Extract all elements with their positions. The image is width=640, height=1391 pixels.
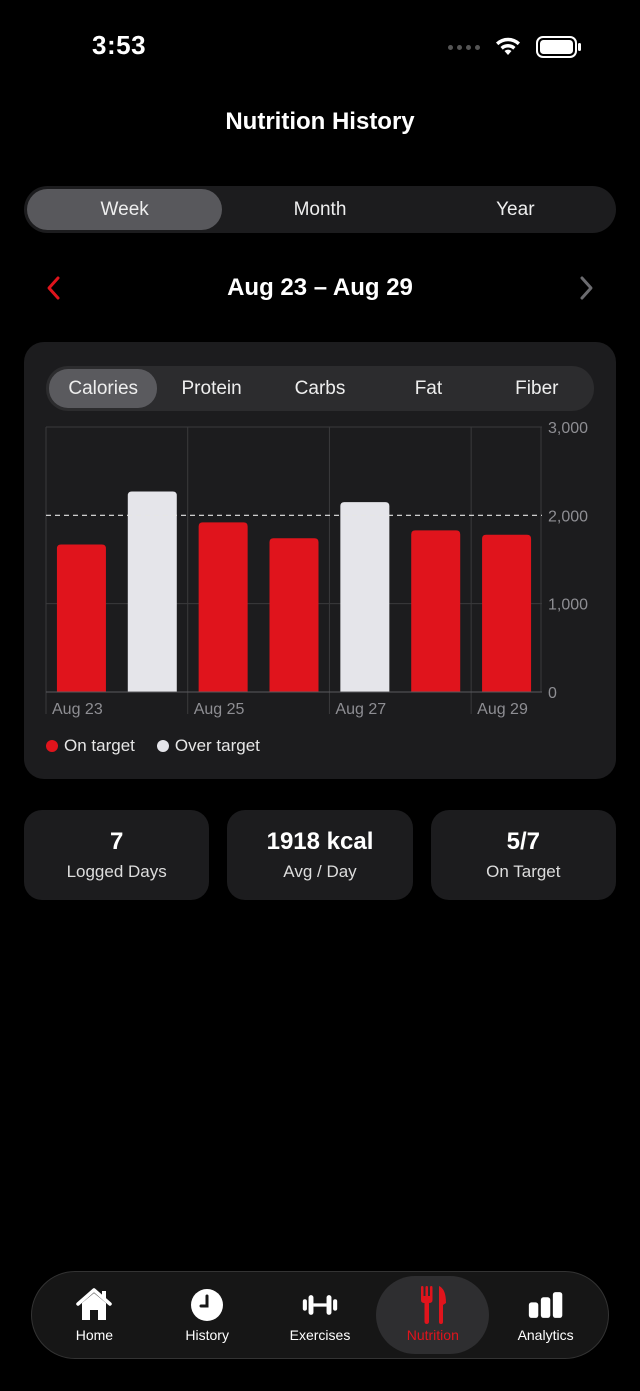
date-range-label: Aug 23 – Aug 29 xyxy=(227,274,413,301)
stat-value: 5/7 xyxy=(506,828,540,855)
chart-card: Calories Protein Carbs Fat Fiber 0 1,000 2… xyxy=(24,342,616,779)
tab-label: Analytics xyxy=(517,1327,574,1343)
fork-knife-icon xyxy=(415,1286,451,1324)
period-tab-week[interactable]: Week xyxy=(27,189,223,230)
wifi-icon xyxy=(496,37,520,55)
chevron-right-icon[interactable] xyxy=(572,274,600,302)
stat-value: 7 xyxy=(109,828,124,855)
stat-label: Logged Days xyxy=(66,862,167,881)
tab-history[interactable]: History xyxy=(151,1276,264,1354)
tab-home[interactable]: Home xyxy=(38,1276,151,1354)
chart-bar xyxy=(411,530,461,692)
tab-exercises[interactable]: Exercises xyxy=(264,1276,377,1354)
legend-item-on-target: On target xyxy=(46,736,135,756)
tab-bar: Home History Exercises Nutrition Analyti… xyxy=(31,1271,609,1359)
status-time: 3:53 xyxy=(92,30,147,60)
period-tab-year[interactable]: Year xyxy=(418,189,613,230)
chart-bar xyxy=(198,522,248,692)
stat-avg-per-day: 1918 kcal Avg / Day xyxy=(227,810,413,900)
stat-value: 1918 kcal xyxy=(266,828,374,855)
tab-nutrition[interactable]: Nutrition xyxy=(376,1276,490,1354)
y-tick-label: 0 xyxy=(548,685,557,702)
legend-item-over-target: Over target xyxy=(156,736,260,756)
page-title: Nutrition History xyxy=(225,108,415,135)
stat-logged-days: 7 Logged Days xyxy=(24,810,210,900)
summary-stats: 7 Logged Days 1918 kcal Avg / Day 5/7 On… xyxy=(24,810,616,900)
legend-swatch-over-target xyxy=(156,740,169,752)
legend-swatch-on-target xyxy=(46,740,58,752)
battery-icon xyxy=(536,36,581,58)
tab-label: Home xyxy=(75,1327,114,1343)
legend-label-over-target: Over target xyxy=(174,736,260,755)
y-tick-label: 1,000 xyxy=(548,597,588,614)
stat-label: Avg / Day xyxy=(283,862,357,881)
stat-on-target: 5/7 On Target xyxy=(430,810,616,900)
y-tick-label: 2,000 xyxy=(548,508,588,525)
clock-icon xyxy=(189,1287,225,1323)
x-tick-label: Aug 23 xyxy=(52,701,103,718)
chart-bar xyxy=(56,544,106,692)
home-icon xyxy=(76,1287,113,1323)
status-indicators xyxy=(448,36,582,58)
x-tick-label: Aug 27 xyxy=(335,701,386,718)
period-tab-month[interactable]: Month xyxy=(222,189,417,230)
x-tick-label: Aug 25 xyxy=(194,701,245,718)
stat-label: On Target xyxy=(486,862,561,881)
tab-label: History xyxy=(185,1327,229,1343)
tab-label: Nutrition xyxy=(406,1327,459,1343)
legend-label-on-target: On target xyxy=(64,736,135,755)
y-tick-label: 3,000 xyxy=(548,420,588,437)
bar-chart-icon xyxy=(528,1287,564,1323)
chart-bar xyxy=(340,502,390,692)
period-segmented-control: Week Month Year xyxy=(24,186,616,233)
dumbbell-icon xyxy=(302,1287,338,1323)
x-tick-label: Aug 29 xyxy=(477,701,528,718)
chart-legend: On target Over target xyxy=(46,736,260,756)
tab-analytics[interactable]: Analytics xyxy=(489,1276,602,1354)
tab-label: Exercises xyxy=(289,1327,351,1343)
date-navigation: Aug 23 – Aug 29 xyxy=(0,266,640,310)
chart-bar xyxy=(127,491,177,692)
cellular-signal-icon xyxy=(448,44,480,50)
calories-bar-chart: 0 1,000 2,000 3,000 Aug 23 Aug 25 Aug 27 Aug 29 xyxy=(45,420,588,718)
chart-bar xyxy=(482,534,532,692)
chart-bar xyxy=(269,538,319,692)
